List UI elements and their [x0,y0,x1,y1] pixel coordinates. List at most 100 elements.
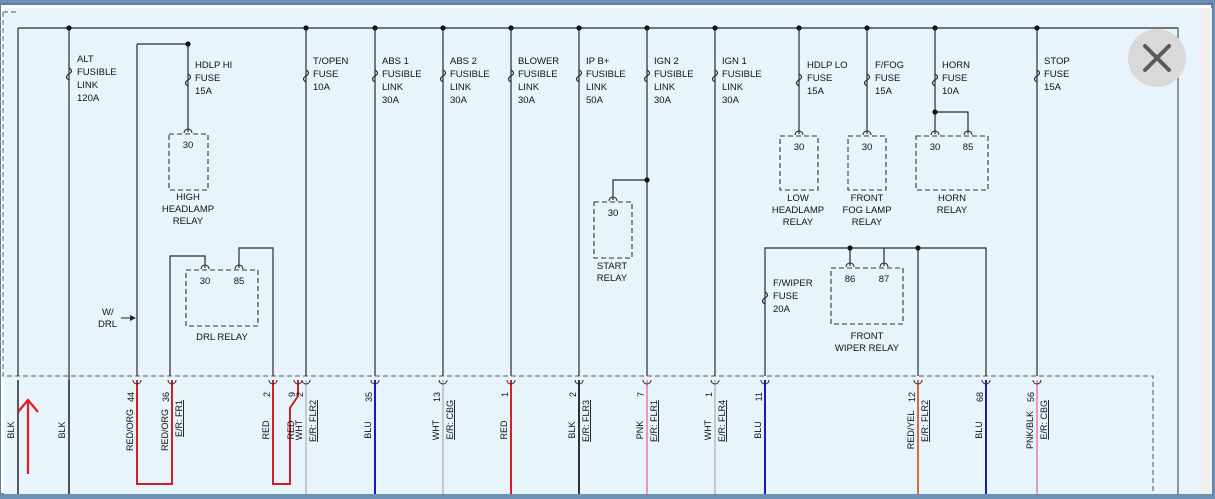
wire-color: BLU [974,421,984,439]
fuse-label: 15A [1044,82,1062,93]
wire-color: RED/ORG [160,409,170,451]
diagram-viewer-window: ALT FUSIBLE LINK 1 20A HDLP HI FUSE 15A T/OPEN FU… [0,0,1215,495]
fuse-label: ABS 1 [382,56,409,67]
relay-name: RELAY [937,205,968,216]
junction-dot [932,109,938,115]
relay-name: FRONT [851,331,884,342]
wire-pin: 36 [161,392,171,402]
wire-color: BLK [6,421,16,438]
fuse-label: FUSE [1044,69,1069,80]
wire-pin: 68 [975,392,985,402]
wire-color: BLK [567,421,577,438]
fuse-label: FUSIBLE [586,69,626,80]
fuse-label: 50A [586,95,604,106]
fuse-label: FUSE [773,291,798,302]
relay-pin-label: 30 [794,142,805,153]
wire-color: BLU [753,421,763,439]
wire-pin: 2 [568,392,578,397]
wire-connector-name: E/R: FLR2 [308,400,318,442]
wire-pin: 1 [500,392,510,397]
relay-pin-label: 87 [879,274,890,285]
relay-name: RELAY [597,273,628,284]
fuse-label: FUSE [313,69,338,80]
fuse-label: F/FOG [875,60,904,71]
relay-name: RELAY [173,216,204,227]
relay-name: HEADLAMP [772,205,824,216]
relay-high-headlamp: 30 HIGHHEADLAMPRELAY [162,128,214,227]
fuse-label: FUSE [807,73,832,84]
fuse-label: FUSE [875,73,900,84]
relay-box [185,269,259,327]
fuse-label: FUSE [942,73,967,84]
relay-name: FOG LAMP [842,205,891,216]
fuse-label: 10A [942,86,960,97]
fuse-label: 30A [722,95,740,106]
wire-color: BLK [57,421,67,438]
fuse-label: LINK [586,82,608,93]
fuse-label: IP B+ [586,56,610,67]
fuse-label: 15A [875,86,893,97]
junction-dot [185,41,191,47]
relay-name: HIGH [176,192,200,203]
fuse-label: ABS 2 [450,56,477,67]
wire-connector-name: E/R: FLR1 [649,400,659,442]
wire-label-0: BLK [6,421,16,438]
wire-color: RED [499,420,509,440]
relay-drl: 30 85 DRL RELAY [185,264,259,343]
wire-label-1: BLK [57,421,67,438]
wire-pin: 44 [126,392,136,402]
fuse-label: IGN 2 [654,56,679,67]
relay-pin-label: 30 [200,276,211,287]
relay-name: DRL RELAY [196,332,248,343]
relay-name: RELAY [783,217,814,228]
relay-pin-label: 30 [862,142,873,153]
wire-pin: 13 [432,392,442,402]
fuse-label: LINK [450,82,472,93]
wiring-diagram: ALT FUSIBLE LINK 1 20A HDLP HI FUSE 15A T/OPEN FU… [0,3,1213,495]
wire-connector-name: E/R: CBG [445,400,455,440]
relay-start: 30 STARTRELAY [593,196,633,284]
relay-pin-label: 30 [608,208,619,219]
wire-color: RED/ORG [125,409,135,451]
relay-pin-label: 30 [183,140,194,151]
wire-color: RED [261,420,271,440]
wire-connector-name: E/R: FLR2 [920,400,930,442]
wire-color: PNK/BLK [1025,411,1035,449]
wire-color: WHT [431,419,441,440]
relay-front-fog: 30 FRONTFOG LAMPRELAY [842,130,892,228]
fuse-label: 20A [773,304,791,315]
fuse-label: FUSIBLE [518,69,558,80]
wire-color: BLU [363,421,373,439]
relay-box [915,135,989,191]
fuse-label: FUSIBLE [450,69,490,80]
wire-color: WHT [703,419,713,440]
fuse-label: HDLP HI [195,60,232,71]
fuse-label: 30A [518,95,536,106]
relay-pin-label: 85 [963,142,974,153]
close-button[interactable] [1128,29,1186,87]
drl-note-line-1: W/ [102,307,114,318]
relay-name: WIPER RELAY [835,343,900,354]
fuse-label: 30A [654,95,672,106]
relay-name: HORN [938,193,966,204]
scrollbar-track[interactable] [1198,8,1212,494]
junction-dot [644,177,650,183]
fuse-label: T/OPEN [313,56,349,67]
relay-pin-label: 85 [234,276,245,287]
wire-pin: 7 [636,392,646,397]
wire-connector-name: E/R: FLR3 [581,400,591,442]
fuse-label: ALT [77,54,94,65]
fuse-label: LINK [518,82,540,93]
fuse-label: HDLP LO [807,60,847,71]
relay-name: LOW [787,193,809,204]
wire-pin: 1 [704,392,714,397]
drl-note-line-2: DRL [98,319,117,330]
wire-color: WHT [294,419,304,440]
fuse-label: FUSIBLE [77,67,117,78]
relay-name: FRONT [851,193,884,204]
fuse-label: 30A [450,95,468,106]
wire-connector-name: E/R: CBG [1039,400,1049,440]
fuse-label: FUSE [195,73,220,84]
fuse-label: BLOWER [518,56,559,67]
fuse-label: LINK [77,80,99,91]
